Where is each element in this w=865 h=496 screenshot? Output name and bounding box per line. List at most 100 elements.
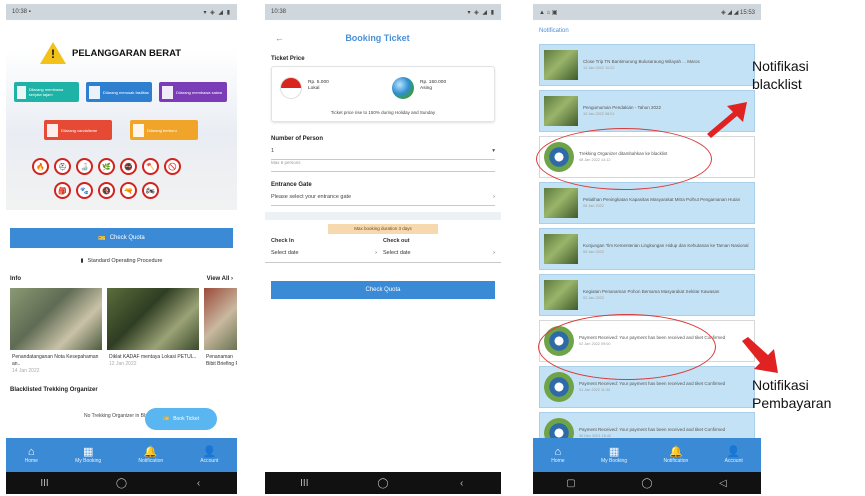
ticket-icon: 🎫 — [162, 416, 170, 422]
rule-card: Dilarang berburu — [130, 120, 198, 140]
no-littering-icon: 🚯 — [98, 182, 115, 199]
rule-card: Dilarang membawa senjata tajam — [14, 82, 79, 102]
info-card[interactable]: Penanaman Bibit Briefing P.. — [204, 288, 237, 379]
tab-home[interactable]: ⌂ Home — [551, 446, 564, 464]
bell-icon: 🔔 — [143, 446, 158, 458]
check-in-picker[interactable]: Select date › — [271, 250, 383, 256]
back-button[interactable]: ‹ — [184, 478, 214, 489]
no-axe-icon: 🪓 — [142, 158, 159, 175]
info-card[interactable]: Penandatanganan Nota Kesepahaman an.. 14 … — [10, 288, 102, 379]
view-all-link[interactable]: View All › — [207, 276, 233, 282]
status-bar: 10:38 ▪ ▾ ◈ ◢ ▮ — [6, 4, 237, 20]
arrow-to-blacklist-icon — [707, 102, 747, 138]
notification-thumbnail — [544, 280, 578, 310]
back-button[interactable]: ◁ — [708, 478, 738, 489]
ticket-price-label: Ticket Price — [271, 56, 305, 62]
entrance-gate-select[interactable]: Please select your entrance gate › — [271, 188, 495, 206]
no-fire-icon: 🔥 — [32, 158, 49, 175]
banner-title: PELANGGARAN BERAT — [72, 47, 182, 59]
notification-date: 03 Jan 2022 — [583, 296, 604, 300]
back-arrow-icon[interactable]: ← — [275, 33, 284, 43]
home-button[interactable]: ◯ — [107, 478, 137, 489]
blacklist-annotation: Notifikasi blacklist — [752, 58, 809, 92]
user-icon: 👤 — [726, 446, 741, 458]
no-smoking-icon: 🚭 — [120, 158, 137, 175]
booking-screen: 10:38 ▾ ◈ ◢ ▮ ← Booking Ticket Ticket Pr… — [265, 4, 501, 494]
status-left: ▲ ⌂ ▣ — [539, 9, 558, 16]
home-icon: ⌂ — [554, 446, 562, 458]
notification-text: Pelatihan Peningkatan Kapasitas Masyarak… — [583, 197, 740, 209]
notification-thumbnail — [544, 96, 578, 126]
park-logo-icon — [544, 372, 574, 402]
back-button[interactable]: ‹ — [447, 478, 477, 489]
price-note: Ticket price rise to 150% during Holiday… — [330, 110, 436, 115]
notification-screen: ▲ ⌂ ▣ ◈ ◢ ◢ 15:53 Notification Close Tri… — [533, 4, 761, 494]
blacklist-section-header: Blacklisted Trekking Organizer — [10, 387, 98, 393]
local-label: Lokal — [308, 86, 320, 91]
recents-button[interactable]: III — [289, 478, 319, 489]
foreign-label: Asing — [420, 86, 432, 91]
check-out-label: Check out — [383, 238, 410, 244]
notification-date: 06 Jan 2022 — [583, 204, 604, 208]
bottom-tab-bar: ⌂ Home ▦ My Booking 🔔 Notification 👤 Account — [6, 438, 237, 472]
divider — [265, 212, 501, 220]
chevron-right-icon: › — [493, 250, 495, 256]
document-icon: ▮ — [80, 258, 84, 264]
recents-button[interactable]: ▢ — [556, 478, 586, 489]
tab-home[interactable]: ⌂ Home — [25, 446, 38, 464]
bottom-tab-bar: ⌂ Home ▦ My Booking 🔔 Notification 👤 Account — [533, 438, 761, 472]
info-card[interactable]: Diklat KADAF mentaya Lokasi PETUL.. 12 Ja… — [107, 288, 199, 379]
home-button[interactable]: ◯ — [368, 478, 398, 489]
check-in-label: Check In — [271, 238, 294, 244]
status-bar: 10:38 ▾ ◈ ◢ ▮ — [265, 4, 501, 20]
tab-account[interactable]: 👤 Account — [200, 446, 218, 464]
status-icons: ▾ ◈ ◢ ▮ — [203, 9, 231, 16]
home-button[interactable]: ◯ — [632, 478, 662, 489]
violation-banner: PELANGGARAN BERAT Dilarang membawa senja… — [6, 20, 237, 210]
tab-notification[interactable]: 🔔 Notification — [138, 446, 163, 464]
no-plants-icon: 🌿 — [98, 158, 115, 175]
notification-text: Pengumuman Pendakian - Tahun 2022 10 Jan … — [583, 105, 661, 117]
notification-item[interactable]: Kunjungan Tim Kementerian Lingkungan Hid… — [539, 228, 755, 270]
prohibited-icon: 🚫 — [164, 158, 181, 175]
notification-item[interactable]: Kegiatan Penanaman Pohon Bersama Masyara… — [539, 274, 755, 316]
chevron-right-icon: › — [375, 250, 377, 256]
check-quota-button[interactable]: 🎫 Check Quota — [10, 228, 233, 248]
check-quota-button[interactable]: Check Quota — [271, 281, 495, 299]
status-time: 10:38 — [271, 9, 287, 15]
no-motorbike-icon: 🏍 — [142, 182, 159, 199]
booking-icon: ▦ — [82, 446, 94, 458]
card-image — [10, 288, 102, 350]
info-cards: Penandatanganan Nota Kesepahaman an.. 14 … — [6, 282, 237, 379]
no-weapon-icon: 🔫 — [120, 182, 137, 199]
notification-date: 10 Jan 2022 08:01 — [583, 112, 615, 116]
page-title: Notification — [539, 28, 569, 34]
status-time: 10:38 ▪ — [12, 9, 31, 15]
date-labels: Check In Check out — [265, 238, 501, 244]
app-bar: ← Booking Ticket — [265, 20, 501, 56]
notification-item[interactable]: Close Trip TN Bantimurung Bulusaraung Wi… — [539, 44, 755, 86]
recents-button[interactable]: III — [30, 478, 60, 489]
person-hint: Max 6 persons — [271, 160, 495, 172]
tab-my-booking[interactable]: ▦ My Booking — [75, 446, 101, 464]
notification-thumbnail — [544, 50, 578, 80]
globe-icon — [392, 77, 414, 99]
dropdown-icon: ▾ — [492, 147, 495, 154]
no-animals-icon: 🐾 — [76, 182, 93, 199]
warning-icon — [40, 42, 66, 64]
person-count-select[interactable]: 1 ▾ — [271, 142, 495, 160]
status-icons: ▾ ◈ ◢ ▮ — [467, 9, 495, 16]
ticket-icon: 🎫 — [98, 235, 106, 242]
check-out-picker[interactable]: Select date › — [383, 250, 495, 256]
tab-account[interactable]: 👤 Account — [725, 446, 743, 464]
sop-link[interactable]: ▮ Standard Operating Procedure — [6, 252, 237, 270]
notification-thumbnail — [544, 188, 578, 218]
tab-my-booking[interactable]: ▦ My Booking — [601, 446, 627, 464]
ticket-price-card: Rp. 5.000 Lokal Rp. 150.000 Asing Ticket… — [271, 66, 495, 122]
book-ticket-fab[interactable]: 🎫 Book Ticket — [145, 408, 217, 430]
tab-notification[interactable]: 🔔 Notification — [664, 446, 689, 464]
payment-annotation: Notifikasi Pembayaran — [752, 377, 832, 411]
date-pickers: Select date › Select date › — [265, 250, 501, 263]
payment-highlight-oval — [538, 314, 716, 380]
chevron-right-icon: › — [493, 193, 495, 200]
